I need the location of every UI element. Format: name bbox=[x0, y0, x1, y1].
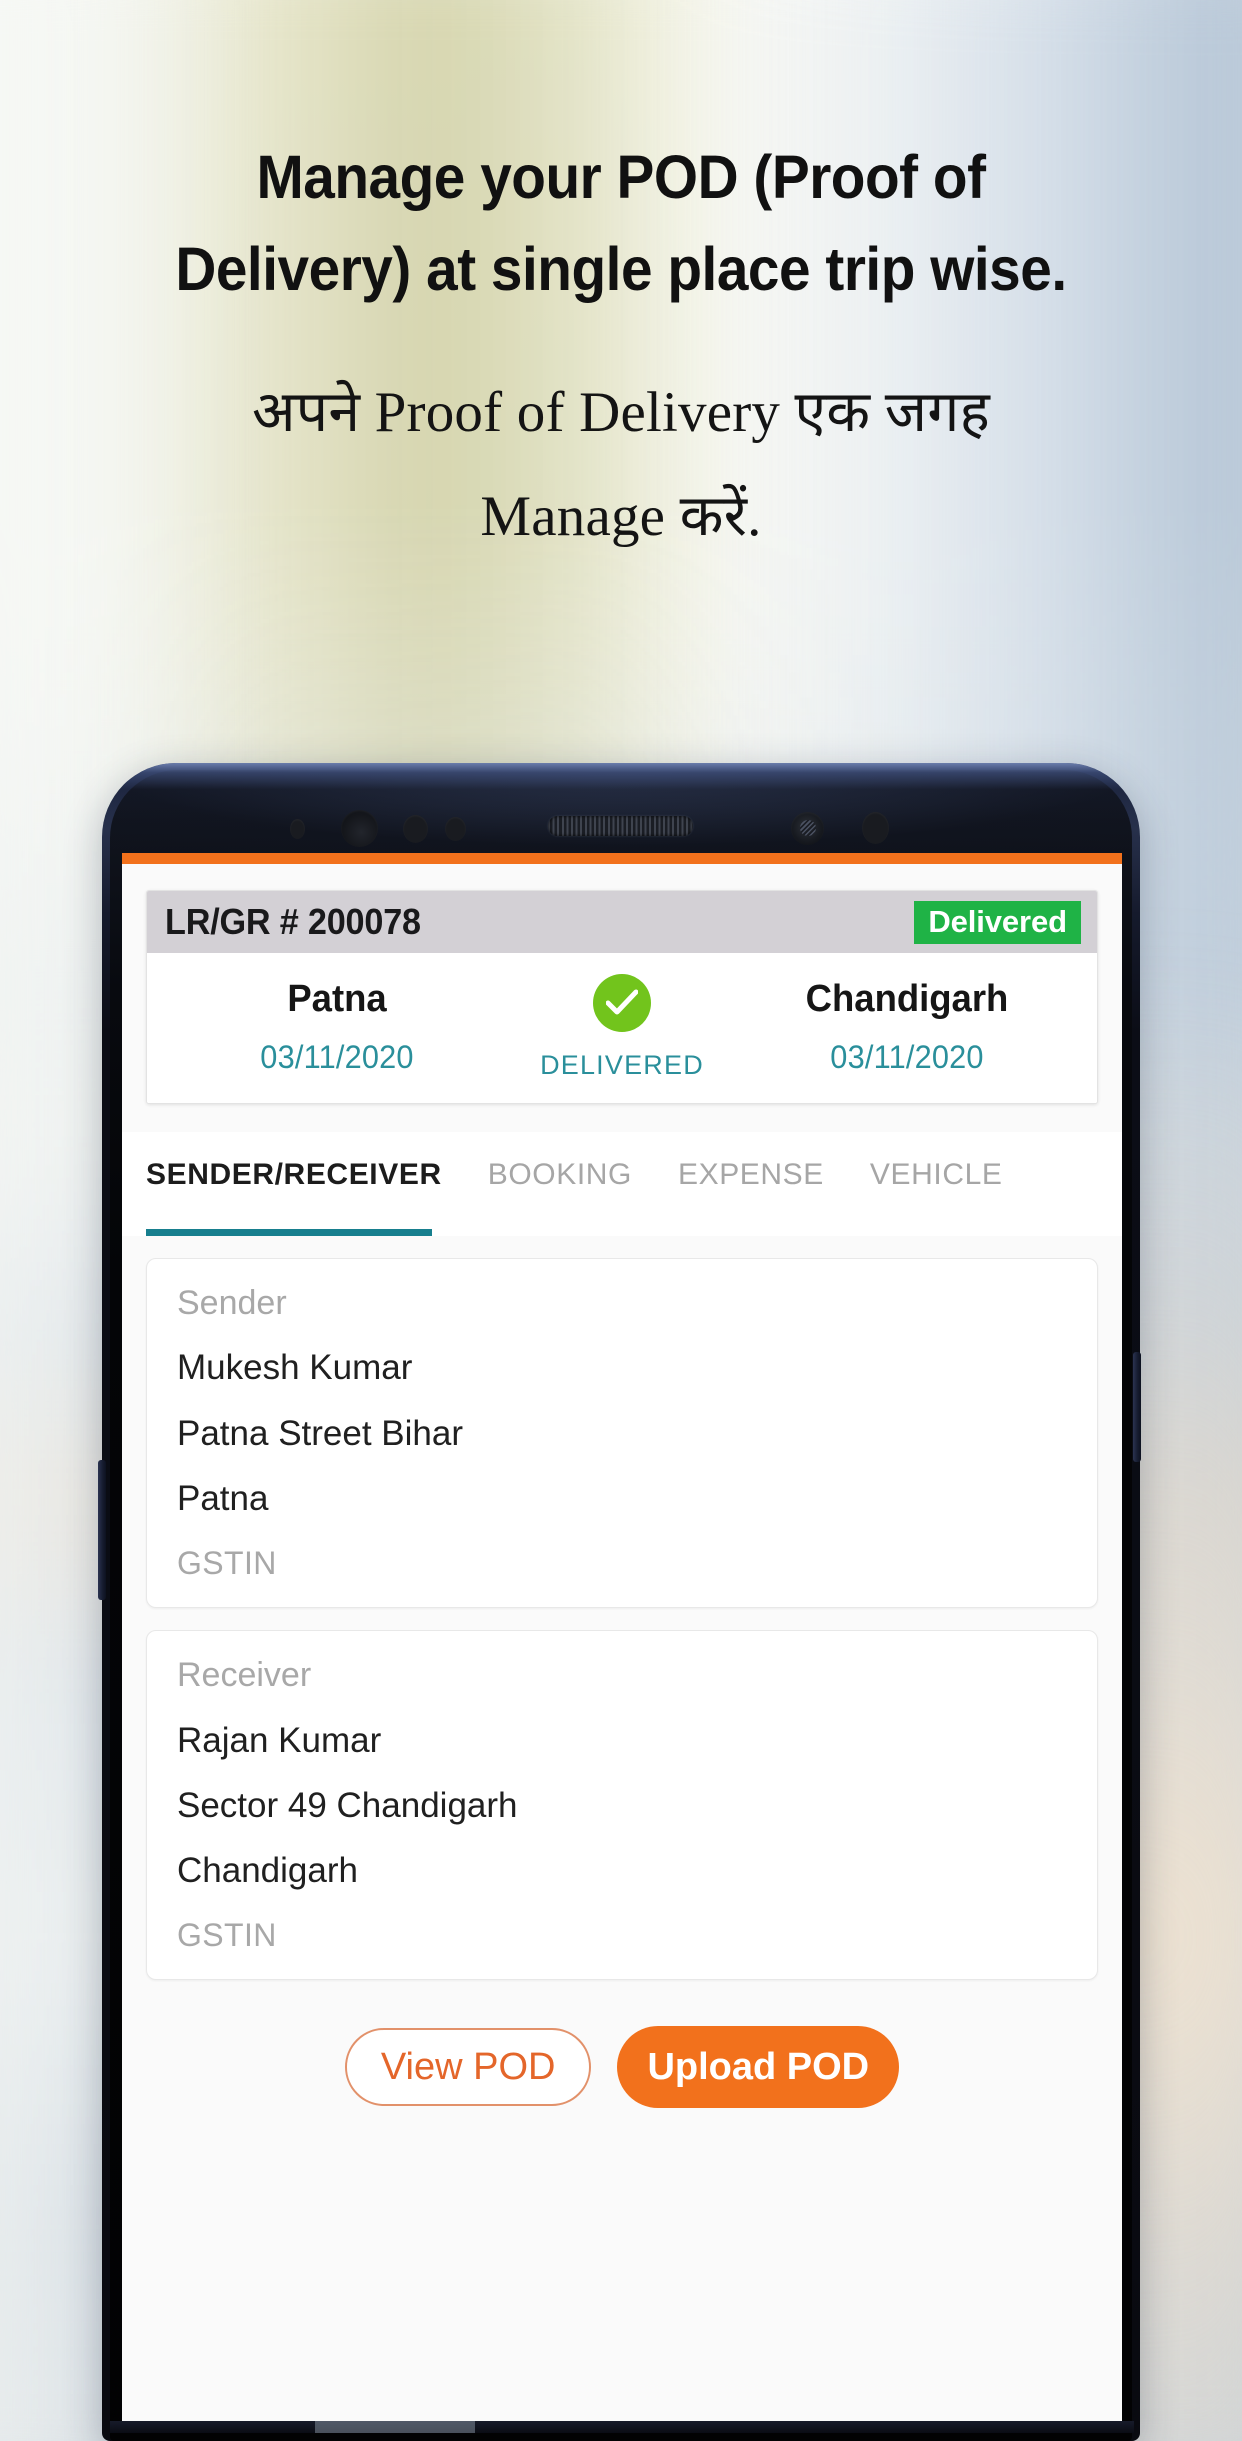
upload-pod-button[interactable]: Upload POD bbox=[617, 2026, 900, 2109]
tab-booking[interactable]: BOOKING bbox=[488, 1132, 632, 1192]
route-destination: Chandigarh 03/11/2020 bbox=[727, 976, 1087, 1075]
active-tab-indicator bbox=[146, 1229, 432, 1236]
tab-bar: SENDER/RECEIVER BOOKING EXPENSE VEHICLE bbox=[122, 1132, 1122, 1236]
promo-subline-hindi: अपने Proof of Delivery एक जगह Manage करे… bbox=[0, 315, 1242, 569]
sender-name: Mukesh Kumar bbox=[177, 1348, 413, 1388]
promo-subline-line-2: Manage करें. bbox=[480, 485, 762, 548]
promo-headings: Manage your POD (Proof of Delivery) at s… bbox=[0, 0, 1242, 569]
app-status-bar bbox=[122, 853, 1122, 864]
promo-subline-line-1: अपने Proof of Delivery एक जगह bbox=[252, 381, 990, 444]
origin-city: Patna bbox=[287, 978, 387, 1021]
sender-card-title: Sender bbox=[177, 1284, 287, 1322]
phone-screen: LR/GR # 200078 Delivered Patna 03/11/202… bbox=[122, 853, 1122, 2421]
volume-button[interactable] bbox=[98, 1460, 106, 1600]
app-content: LR/GR # 200078 Delivered Patna 03/11/202… bbox=[122, 864, 1122, 2421]
promo-headline: Manage your POD (Proof of Delivery) at s… bbox=[43, 0, 1198, 315]
trip-card-header: LR/GR # 200078 Delivered bbox=[147, 891, 1097, 953]
route-status: DELIVERED bbox=[517, 971, 727, 1081]
tab-sender-receiver[interactable]: SENDER/RECEIVER bbox=[146, 1132, 442, 1192]
receiver-city: Chandigarh bbox=[177, 1850, 358, 1890]
sender-city: Patna bbox=[177, 1478, 269, 1518]
view-pod-button[interactable]: View POD bbox=[344, 2028, 592, 2107]
trip-summary-card[interactable]: LR/GR # 200078 Delivered Patna 03/11/202… bbox=[146, 890, 1098, 1104]
lr-gr-number: LR/GR # 200078 bbox=[165, 901, 421, 942]
status-badge: Delivered bbox=[914, 900, 1081, 944]
promo-headline-line-2: Delivery) at single place trip wise. bbox=[175, 235, 1067, 303]
origin-date: 03/11/2020 bbox=[260, 1038, 414, 1075]
tab-vehicle[interactable]: VEHICLE bbox=[870, 1132, 1003, 1192]
pod-action-row: View POD Upload POD bbox=[122, 2026, 1122, 2109]
receiver-name: Rajan Kumar bbox=[177, 1720, 382, 1760]
check-circle-icon bbox=[593, 974, 651, 1032]
sender-card[interactable]: Sender Mukesh Kumar Patna Street Bihar P… bbox=[146, 1258, 1098, 1609]
route-origin: Patna 03/11/2020 bbox=[157, 976, 517, 1075]
sender-gstin: GSTIN bbox=[177, 1544, 277, 1581]
receiver-gstin: GSTIN bbox=[177, 1917, 277, 1954]
receiver-card-title: Receiver bbox=[177, 1656, 312, 1695]
promo-headline-line-1: Manage your POD (Proof of bbox=[256, 143, 986, 211]
destination-city: Chandigarh bbox=[805, 978, 1009, 1021]
delivery-status-label: DELIVERED bbox=[540, 1050, 704, 1080]
phone-chin-glint bbox=[315, 2421, 475, 2433]
sender-address: Patna Street Bihar bbox=[177, 1413, 463, 1453]
receiver-card[interactable]: Receiver Rajan Kumar Sector 49 Chandigar… bbox=[146, 1630, 1098, 1981]
power-button[interactable] bbox=[1133, 1352, 1141, 1462]
trip-route-row: Patna 03/11/2020 DELIVERED Chandigarh 03… bbox=[147, 953, 1097, 1103]
receiver-address: Sector 49 Chandigarh bbox=[177, 1785, 518, 1825]
tab-expense[interactable]: EXPENSE bbox=[678, 1132, 824, 1192]
destination-date: 03/11/2020 bbox=[830, 1038, 984, 1075]
phone-bottom-chin bbox=[110, 2421, 1134, 2433]
